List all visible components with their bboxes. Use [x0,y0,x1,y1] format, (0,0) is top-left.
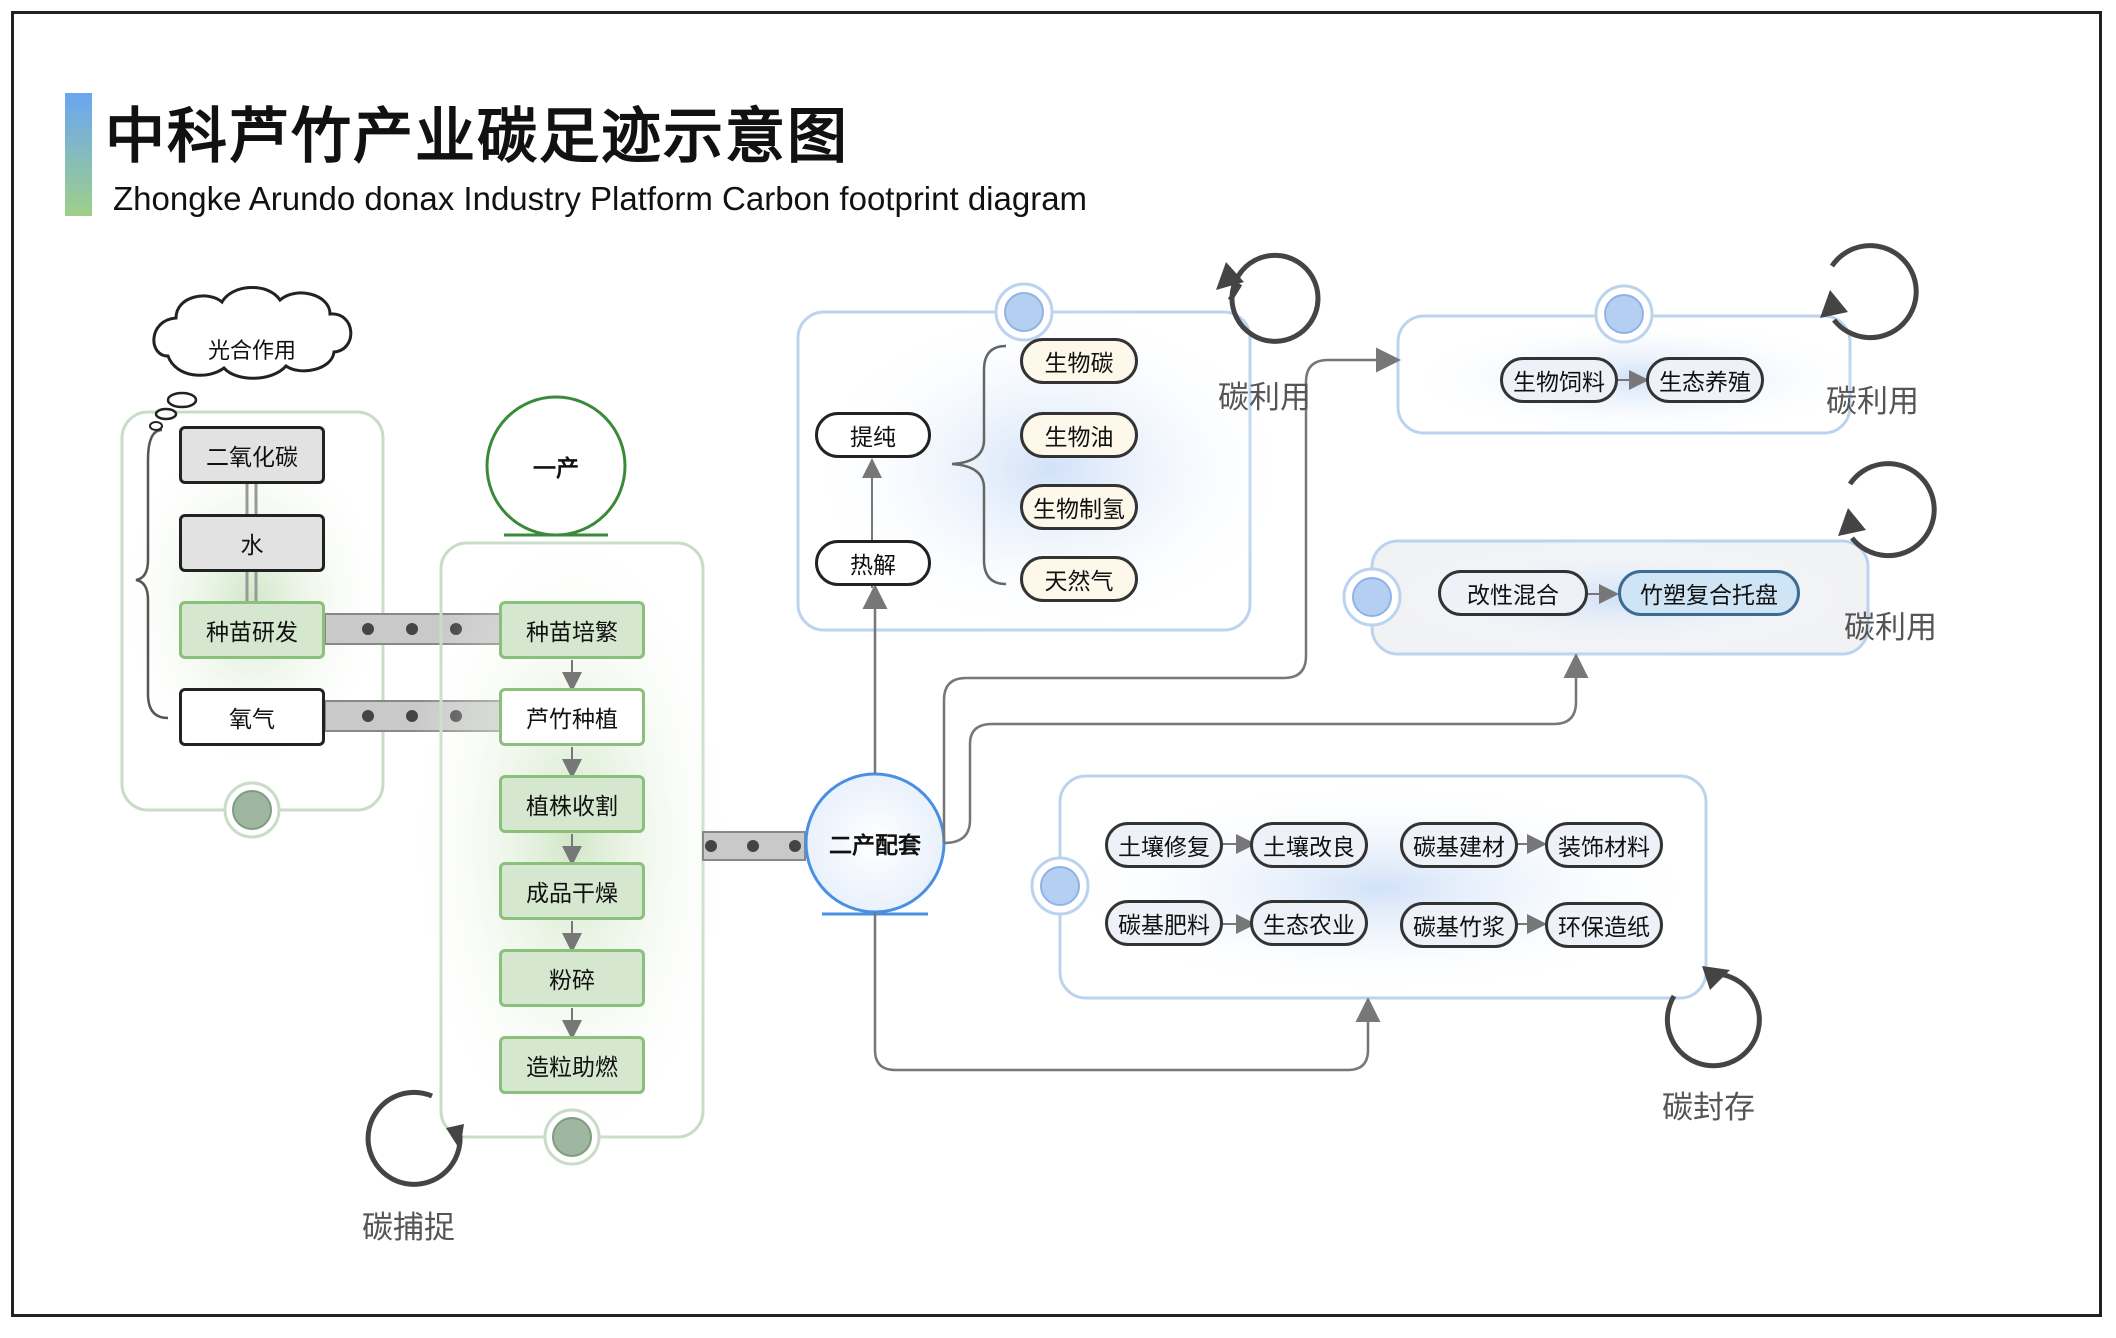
step-crushing: 粉碎 [499,949,645,1007]
eco-farming-box: 生态养殖 [1646,357,1764,403]
pyrolysis-box: 热解 [815,540,931,586]
oxygen-box: 氧气 [179,688,325,746]
soil-improvement-box: 土壤改良 [1250,822,1368,868]
diagram-canvas: 中科芦竹产业碳足迹示意图 Zhongke Arundo donax Indust… [0,0,2116,1338]
carbon-building-material-box: 碳基建材 [1400,822,1518,868]
carbon-fertilizer-box: 碳基肥料 [1105,900,1223,946]
cloud-label: 光合作用 [207,339,296,364]
product-natural-gas: 天然气 [1020,556,1138,602]
carbon-utilization-label-1: 碳利用 [1218,380,1311,416]
step-harvest: 植株收割 [499,775,645,833]
carbon-utilization-label-2: 碳利用 [1826,384,1919,420]
product-bio-hydrogen: 生物制氢 [1020,484,1138,530]
feed-box: 生物饲料 [1500,357,1618,403]
eco-paper-box: 环保造纸 [1545,902,1663,948]
carbon-utilization-label-3: 碳利用 [1844,610,1937,646]
product-bio-oil: 生物油 [1020,412,1138,458]
decorative-material-box: 装饰材料 [1545,822,1663,868]
carbon-capture-label: 碳捕捉 [362,1210,455,1246]
composite-pallet-box: 竹塑复合托盘 [1618,570,1800,616]
product-biochar: 生物碳 [1020,338,1138,384]
seedling-rd-box: 种苗研发 [179,601,325,659]
water-box: 水 [179,514,325,572]
page-title: 中科芦竹产业碳足迹示意图 [105,102,849,172]
co2-box: 二氧化碳 [179,426,325,484]
modified-mixing-box: 改性混合 [1438,570,1588,616]
title-accent-bar [65,93,92,216]
step-seedling-propagation: 种苗培繁 [499,601,645,659]
soil-remediation-box: 土壤修复 [1105,822,1223,868]
eco-agriculture-box: 生态农业 [1250,900,1368,946]
carbon-storage-label: 碳封存 [1662,1090,1755,1126]
step-planting: 芦竹种植 [499,688,645,746]
carbon-pulp-box: 碳基竹浆 [1400,902,1518,948]
secondary-node-label: 二产配套 [829,833,921,859]
page-subtitle: Zhongke Arundo donax Industry Platform C… [113,180,1088,217]
step-drying: 成品干燥 [499,862,645,920]
primary-node-label: 一产 [533,456,579,482]
purification-box: 提纯 [815,412,931,458]
step-pelletizing: 造粒助燃 [499,1036,645,1094]
